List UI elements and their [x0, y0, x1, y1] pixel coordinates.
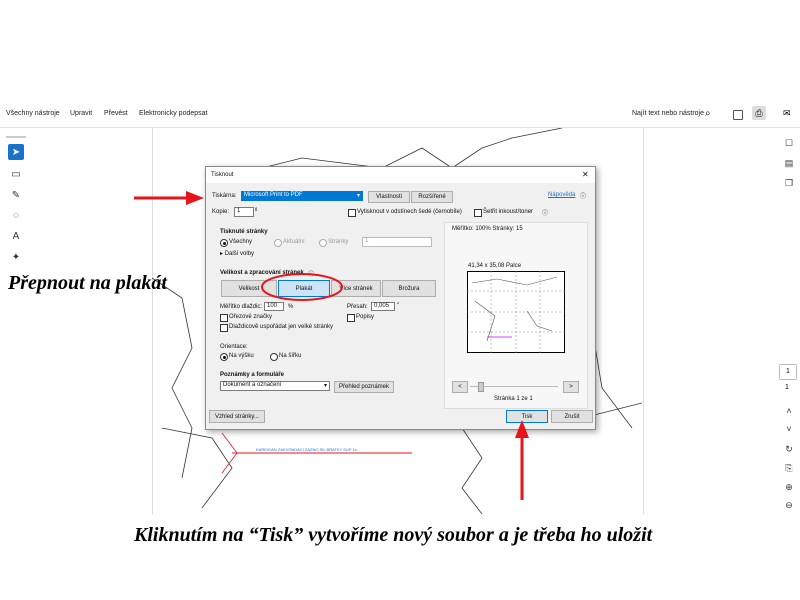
left-caption: Přepnout na plakát	[8, 272, 167, 294]
bottom-caption: Kliknutím na “Tisk” vytvoříme nový soubo…	[134, 524, 653, 546]
annotation-overlay	[134, 191, 529, 500]
